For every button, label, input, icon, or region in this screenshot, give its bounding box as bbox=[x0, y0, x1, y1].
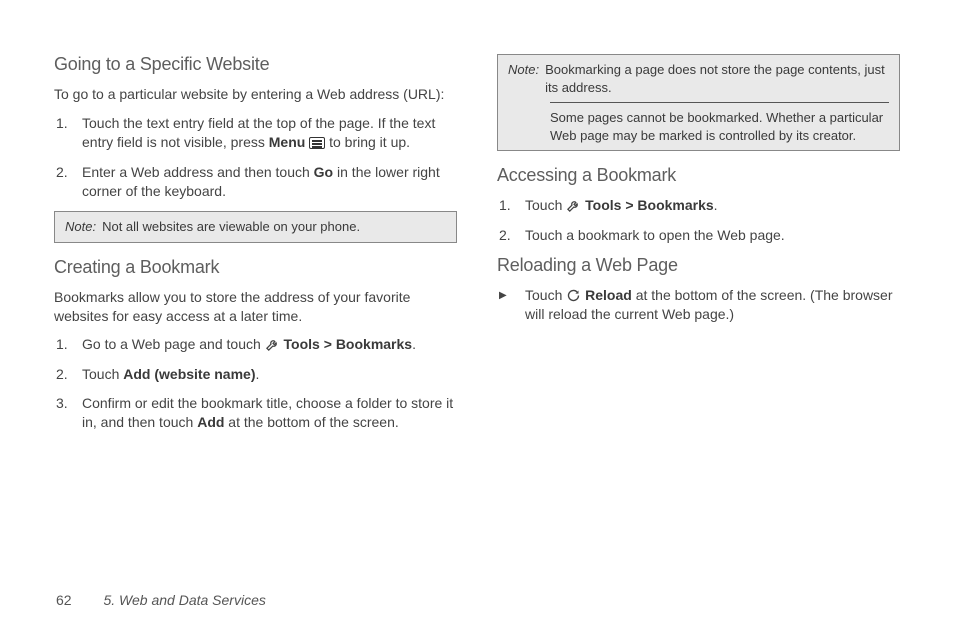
going-step-1: Touch the text entry field at the top of… bbox=[78, 114, 457, 153]
access-step-1: Touch Tools > Bookmarks. bbox=[521, 196, 900, 215]
note-box-2: Note: Bookmarking a page does not store … bbox=[497, 54, 900, 151]
dot: . bbox=[256, 366, 260, 382]
chapter-title: 5. Web and Data Services bbox=[103, 592, 265, 608]
gt: > bbox=[621, 197, 637, 213]
creating-step-2: Touch Add (website name). bbox=[78, 365, 457, 384]
reload-label: Reload bbox=[581, 287, 632, 303]
page-number: 62 bbox=[56, 592, 72, 608]
dot: . bbox=[412, 336, 416, 352]
going-step-2: Enter a Web address and then touch Go in… bbox=[78, 163, 457, 202]
text: at the bottom of the screen. bbox=[224, 414, 398, 430]
heading-accessing-bookmark: Accessing a Bookmark bbox=[497, 165, 900, 186]
two-column-layout: Going to a Specific Website To go to a p… bbox=[54, 48, 900, 443]
heading-going-to-website: Going to a Specific Website bbox=[54, 54, 457, 75]
tools-icon bbox=[566, 197, 581, 213]
reload-item: Touch Reload at the bottom of the screen… bbox=[521, 286, 900, 325]
text: Touch bbox=[82, 366, 123, 382]
page-footer: 62 5. Web and Data Services bbox=[56, 592, 266, 608]
left-column: Going to a Specific Website To go to a p… bbox=[54, 48, 457, 443]
heading-creating-bookmark: Creating a Bookmark bbox=[54, 257, 457, 278]
intro-going: To go to a particular website by enterin… bbox=[54, 85, 457, 104]
going-steps-list: Touch the text entry field at the top of… bbox=[78, 114, 457, 201]
text: to bring it up. bbox=[325, 134, 410, 150]
bookmarks-label: Bookmarks bbox=[637, 197, 713, 213]
note-extra-text: Some pages cannot be bookmarked. Whether… bbox=[550, 109, 889, 144]
tools-icon bbox=[265, 336, 280, 352]
reload-icon bbox=[566, 287, 581, 303]
tools-label: Tools bbox=[280, 336, 320, 352]
dot: . bbox=[714, 197, 718, 213]
add-label: Add bbox=[197, 414, 224, 430]
bookmarks-label: Bookmarks bbox=[336, 336, 412, 352]
access-steps-list: Touch Tools > Bookmarks. Touch a bookmar… bbox=[521, 196, 900, 245]
go-label: Go bbox=[314, 164, 333, 180]
note-text: Bookmarking a page does not store the pa… bbox=[545, 61, 889, 96]
note-label: Note: bbox=[65, 218, 96, 236]
note-divider bbox=[550, 102, 889, 103]
gt: > bbox=[320, 336, 336, 352]
menu-icon bbox=[309, 137, 325, 149]
creating-step-1: Go to a Web page and touch Tools > Bookm… bbox=[78, 335, 457, 354]
creating-steps-list: Go to a Web page and touch Tools > Bookm… bbox=[78, 335, 457, 432]
note-text: Not all websites are viewable on your ph… bbox=[102, 218, 446, 236]
heading-reloading-page: Reloading a Web Page bbox=[497, 255, 900, 276]
document-page: Going to a Specific Website To go to a p… bbox=[0, 0, 954, 636]
creating-step-3: Confirm or edit the bookmark title, choo… bbox=[78, 394, 457, 433]
tools-label: Tools bbox=[581, 197, 621, 213]
text: Go to a Web page and touch bbox=[82, 336, 265, 352]
right-column: Note: Bookmarking a page does not store … bbox=[497, 48, 900, 443]
text: Enter a Web address and then touch bbox=[82, 164, 314, 180]
reload-list: Touch Reload at the bottom of the screen… bbox=[521, 286, 900, 325]
add-website-label: Add (website name) bbox=[123, 366, 255, 382]
note-box-1: Note: Not all websites are viewable on y… bbox=[54, 211, 457, 243]
text: Touch bbox=[525, 287, 566, 303]
text: Touch bbox=[525, 197, 566, 213]
intro-creating: Bookmarks allow you to store the address… bbox=[54, 288, 457, 326]
access-step-2: Touch a bookmark to open the Web page. bbox=[521, 226, 900, 245]
note-label: Note: bbox=[508, 61, 539, 96]
menu-label: Menu bbox=[269, 134, 306, 150]
